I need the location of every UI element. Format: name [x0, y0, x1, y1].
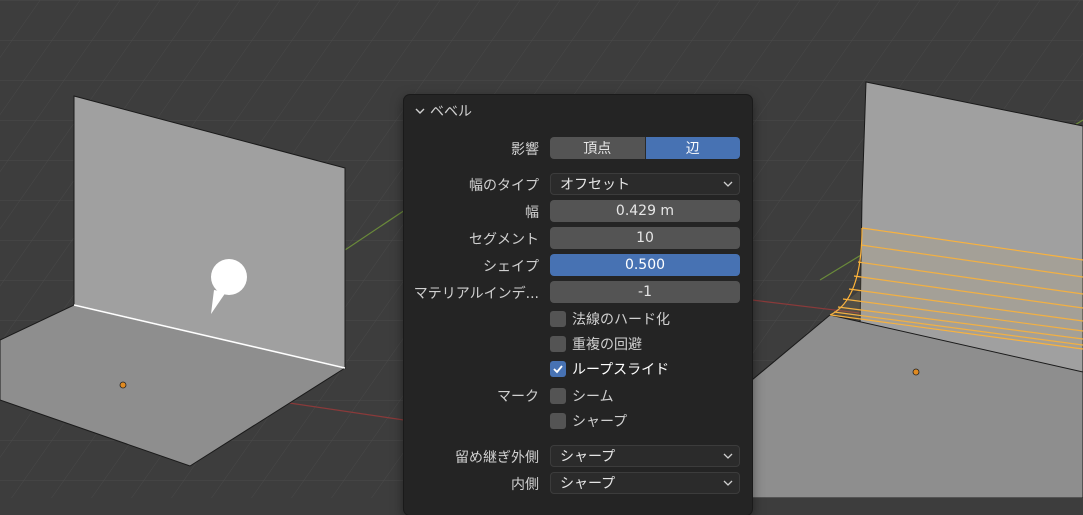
width-type-value: オフセット: [560, 177, 630, 193]
harden-normals-label: 法線のハード化: [572, 312, 670, 328]
panel-header[interactable]: ベベル: [414, 101, 472, 121]
miter-inner-dropdown[interactable]: シャープ: [550, 472, 740, 494]
checkmark-icon: [553, 365, 563, 374]
width-type-label: 幅のタイプ: [469, 178, 539, 194]
width-field[interactable]: 0.429 m: [550, 200, 740, 222]
origin-dot-right: [912, 368, 920, 376]
segments-label: セグメント: [469, 232, 539, 248]
width-type-dropdown[interactable]: オフセット: [550, 173, 740, 195]
material-index-field[interactable]: -1: [550, 281, 740, 303]
width-label: 幅: [525, 205, 539, 221]
miter-inner-label: 内側: [511, 477, 539, 493]
clamp-overlap-label: 重複の回避: [572, 337, 642, 353]
mark-sharp-checkbox[interactable]: シャープ: [550, 411, 627, 431]
harden-normals-box[interactable]: [550, 311, 566, 327]
loop-slide-box[interactable]: [550, 361, 566, 377]
caret-down-icon: [723, 181, 733, 187]
chevron-down-icon: [415, 108, 425, 114]
mark-seam-checkbox[interactable]: シーム: [550, 386, 614, 406]
miter-outer-dropdown[interactable]: シャープ: [550, 445, 740, 467]
miter-outer-value: シャープ: [560, 449, 616, 465]
affect-vertices-button[interactable]: 頂点: [550, 137, 646, 159]
origin-dot-left: [119, 381, 127, 389]
caret-down-icon: [723, 453, 733, 459]
affect-label: 影響: [511, 142, 539, 158]
affect-edges-button[interactable]: 辺: [645, 137, 740, 159]
mark-sharp-label: シャープ: [572, 414, 628, 430]
mark-seam-box[interactable]: [550, 388, 566, 404]
shape-slider[interactable]: 0.500: [550, 254, 740, 276]
mark-label: マーク: [497, 389, 539, 405]
affect-toggle[interactable]: 頂点 辺: [550, 137, 740, 159]
bevel-operator-panel[interactable]: ベベル 影響 頂点 辺 幅のタイプ オフセット 幅 0.429 m セグメント …: [404, 95, 752, 515]
segments-field[interactable]: 10: [550, 227, 740, 249]
harden-normals-checkbox[interactable]: 法線のハード化: [550, 309, 670, 329]
miter-inner-value: シャープ: [560, 476, 616, 492]
shape-label: シェイプ: [483, 259, 539, 275]
material-index-label: マテリアルインデ...: [413, 286, 539, 302]
clamp-overlap-checkbox[interactable]: 重複の回避: [550, 334, 642, 354]
miter-outer-label: 留め継ぎ外側: [455, 450, 539, 466]
caret-down-icon: [723, 480, 733, 486]
loop-slide-label: ループスライド: [572, 362, 670, 378]
panel-title: ベベル: [430, 104, 472, 120]
mark-seam-label: シーム: [572, 389, 614, 405]
loop-slide-checkbox[interactable]: ループスライド: [550, 359, 669, 379]
clamp-overlap-box[interactable]: [550, 336, 566, 352]
mark-sharp-box[interactable]: [550, 413, 566, 429]
